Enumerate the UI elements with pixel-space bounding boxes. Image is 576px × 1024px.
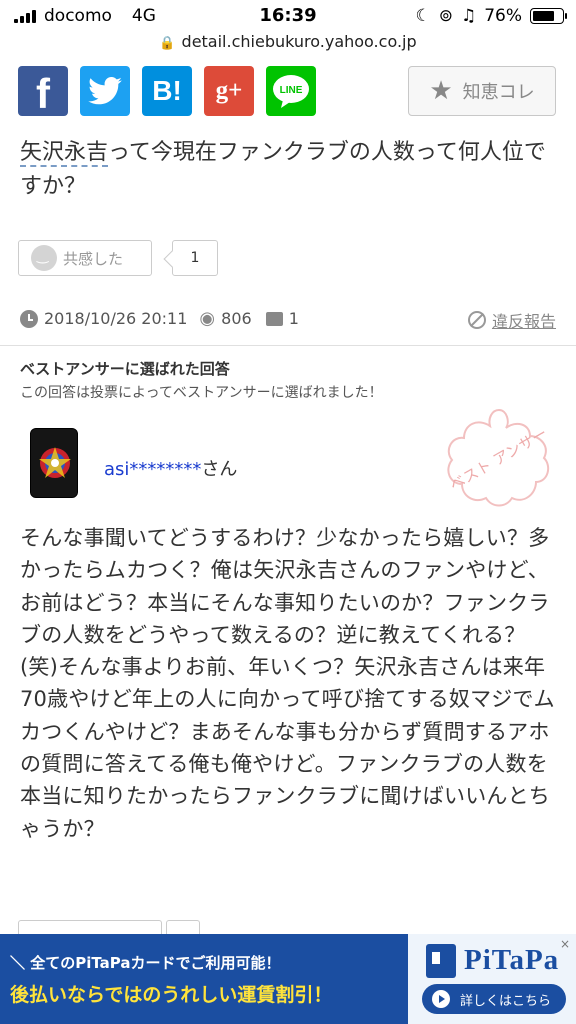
best-answer-subtext: この回答は投票によってベストアンサーに選ばれました！ — [20, 385, 383, 401]
googleplus-icon: g+ — [215, 77, 243, 104]
chie-kore-button[interactable]: ★ 知恵コレ — [408, 66, 556, 116]
moon-icon: ☾ — [415, 6, 431, 26]
battery-level — [533, 11, 555, 21]
twitter-bird-icon — [88, 77, 122, 105]
status-bar: docomo 4G 16:39 ☾ ⊚ ♫ 76% — [0, 0, 576, 32]
post-datetime: 2018/10/26 20:11 — [44, 309, 188, 328]
avatar-emblem-icon — [31, 429, 77, 497]
question-text: 矢沢永吉って今現在ファンクラブの人数って何人位ですか？ — [20, 136, 560, 204]
battery-icon — [530, 8, 567, 24]
headphones-icon: ♫ — [460, 6, 477, 26]
star-icon: ★ — [429, 76, 453, 106]
orientation-lock-icon: ⊚ — [438, 6, 453, 26]
ad-close-icon[interactable]: × — [560, 938, 572, 950]
empathy-button[interactable]: 共感した — [18, 240, 152, 276]
twitter-share-button[interactable] — [80, 66, 130, 116]
status-right: ☾ ⊚ ♫ 76% — [415, 6, 567, 26]
url-text: detail.chiebukuro.yahoo.co.jp — [181, 32, 417, 51]
card-icon — [426, 944, 456, 978]
hatena-icon: B! — [152, 75, 182, 106]
ad-cta-label: 詳しくはこちら — [460, 993, 552, 1009]
empathy-label: 共感した — [63, 249, 124, 268]
battery-percent: 76% — [484, 6, 522, 26]
clock-icon — [20, 309, 38, 328]
smiley-icon — [31, 245, 57, 271]
view-count: 806 — [221, 309, 252, 328]
divider — [0, 345, 576, 346]
report-label: 違反報告 — [491, 312, 556, 331]
best-answer-stamp-icon: ベスト アンサー — [447, 408, 551, 507]
answerer-name[interactable]: asi********さん — [104, 455, 237, 481]
url-bar[interactable]: 🔒 detail.chiebukuro.yahoo.co.jp — [0, 32, 576, 56]
line-icon-text: LINE — [280, 85, 303, 96]
empathy-count-value: 1 — [190, 250, 200, 266]
answerer-honorific: さん — [201, 459, 238, 480]
share-buttons: f B! g+ LINE — [18, 66, 316, 117]
facebook-share-button[interactable]: f — [18, 66, 68, 117]
ad-brand: PiTaPa — [464, 944, 560, 976]
lock-icon: 🔒 — [159, 36, 176, 51]
line-icon: LINE — [273, 75, 309, 108]
play-icon — [432, 990, 450, 1008]
comment-icon — [265, 311, 283, 326]
stamp-text: ベスト アンサー — [447, 424, 551, 494]
ad-line2: 後払いならではのうれしい運賃割引！ — [10, 984, 333, 1006]
line-share-button[interactable]: LINE — [266, 66, 316, 116]
chie-kore-label: 知恵コレ — [462, 82, 535, 103]
prohibited-icon — [467, 311, 486, 329]
best-answer-body: そんな事聞いてどうするわけ？少なかったら嬉しい？多かったらムカつく？俺は矢沢永吉… — [20, 526, 555, 841]
facebook-icon: f — [36, 70, 50, 117]
empathy-count: 1 — [172, 240, 218, 276]
question-keyword-link[interactable]: 矢沢永吉 — [20, 140, 109, 167]
eye-icon: ◉ — [199, 308, 216, 329]
googleplus-share-button[interactable]: g+ — [204, 66, 254, 116]
best-answer-heading: ベストアンサーに選ばれた回答 — [20, 360, 230, 378]
question-meta: 2018/10/26 20:11 ◉ 806 1 — [20, 308, 299, 329]
report-link[interactable]: 違反報告 — [467, 308, 556, 332]
hatena-bookmark-button[interactable]: B! — [142, 66, 192, 116]
comment-count: 1 — [288, 309, 299, 328]
ad-cta-button[interactable]: 詳しくはこちら — [422, 984, 566, 1014]
avatar[interactable] — [30, 428, 78, 498]
answerer-username[interactable]: asi******** — [104, 459, 201, 480]
ad-line1: ＼ 全てのPiTaPaカードでご利用可能！ — [10, 954, 281, 972]
